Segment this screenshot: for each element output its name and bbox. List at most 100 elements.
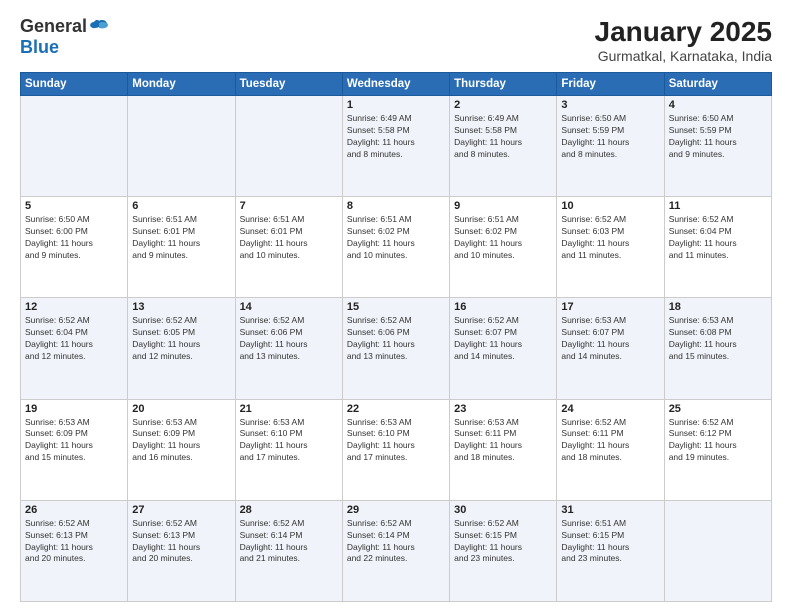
day-number: 2	[454, 99, 552, 111]
day-number: 26	[25, 504, 123, 516]
logo-general-text: General	[20, 16, 87, 37]
day-number: 9	[454, 200, 552, 212]
weekday-header-tuesday: Tuesday	[235, 73, 342, 96]
day-cell: 29 Sunrise: 6:52 AMSunset: 6:14 PMDayligh…	[342, 500, 449, 601]
page: General Blue January 2025 Gurmatkal, Kar…	[0, 0, 792, 612]
day-info: Sunrise: 6:53 AMSunset: 6:11 PMDaylight:…	[454, 417, 552, 465]
header: General Blue January 2025 Gurmatkal, Kar…	[20, 16, 772, 64]
day-info: Sunrise: 6:52 AMSunset: 6:04 PMDaylight:…	[669, 214, 767, 262]
weekday-header-wednesday: Wednesday	[342, 73, 449, 96]
day-info: Sunrise: 6:52 AMSunset: 6:07 PMDaylight:…	[454, 315, 552, 363]
day-cell: 30 Sunrise: 6:52 AMSunset: 6:15 PMDayligh…	[450, 500, 557, 601]
logo-bird-icon	[89, 19, 109, 35]
day-number: 30	[454, 504, 552, 516]
weekday-header-friday: Friday	[557, 73, 664, 96]
week-row-5: 26 Sunrise: 6:52 AMSunset: 6:13 PMDayligh…	[21, 500, 772, 601]
day-info: Sunrise: 6:50 AMSunset: 5:59 PMDaylight:…	[669, 113, 767, 161]
day-number: 11	[669, 200, 767, 212]
day-cell	[21, 96, 128, 197]
day-info: Sunrise: 6:51 AMSunset: 6:01 PMDaylight:…	[240, 214, 338, 262]
day-number: 24	[561, 403, 659, 415]
day-cell: 21 Sunrise: 6:53 AMSunset: 6:10 PMDayligh…	[235, 399, 342, 500]
day-number: 17	[561, 301, 659, 313]
day-info: Sunrise: 6:50 AMSunset: 5:59 PMDaylight:…	[561, 113, 659, 161]
day-number: 19	[25, 403, 123, 415]
day-cell: 27 Sunrise: 6:52 AMSunset: 6:13 PMDayligh…	[128, 500, 235, 601]
day-info: Sunrise: 6:52 AMSunset: 6:12 PMDaylight:…	[669, 417, 767, 465]
day-info: Sunrise: 6:53 AMSunset: 6:08 PMDaylight:…	[669, 315, 767, 363]
day-cell: 7 Sunrise: 6:51 AMSunset: 6:01 PMDaylight…	[235, 197, 342, 298]
day-cell: 12Sunrise: 6:52 AMSunset: 6:04 PMDayligh…	[21, 298, 128, 399]
day-cell: 6Sunrise: 6:51 AMSunset: 6:01 PMDaylight…	[128, 197, 235, 298]
logo-blue-text: Blue	[20, 37, 59, 57]
day-number: 12	[25, 301, 123, 313]
day-number: 3	[561, 99, 659, 111]
day-info: Sunrise: 6:52 AMSunset: 6:05 PMDaylight:…	[132, 315, 230, 363]
day-info: Sunrise: 6:50 AMSunset: 6:00 PMDaylight:…	[25, 214, 123, 262]
day-info: Sunrise: 6:52 AMSunset: 6:06 PMDaylight:…	[347, 315, 445, 363]
day-info: Sunrise: 6:52 AMSunset: 6:03 PMDaylight:…	[561, 214, 659, 262]
day-number: 28	[240, 504, 338, 516]
day-number: 14	[240, 301, 338, 313]
day-info: Sunrise: 6:49 AMSunset: 5:58 PMDaylight:…	[347, 113, 445, 161]
weekday-header-sunday: Sunday	[21, 73, 128, 96]
day-cell: 13Sunrise: 6:52 AMSunset: 6:05 PMDayligh…	[128, 298, 235, 399]
title-block: January 2025 Gurmatkal, Karnataka, India	[595, 16, 772, 64]
day-number: 20	[132, 403, 230, 415]
day-cell: 8Sunrise: 6:51 AMSunset: 6:02 PMDaylight…	[342, 197, 449, 298]
day-cell: 16 Sunrise: 6:52 AMSunset: 6:07 PMDayligh…	[450, 298, 557, 399]
calendar-table: SundayMondayTuesdayWednesdayThursdayFrid…	[20, 72, 772, 602]
day-number: 1	[347, 99, 445, 111]
day-cell	[235, 96, 342, 197]
day-info: Sunrise: 6:52 AMSunset: 6:13 PMDaylight:…	[25, 518, 123, 566]
day-cell: 15 Sunrise: 6:52 AMSunset: 6:06 PMDayligh…	[342, 298, 449, 399]
day-cell: 10 Sunrise: 6:52 AMSunset: 6:03 PMDayligh…	[557, 197, 664, 298]
day-number: 29	[347, 504, 445, 516]
day-number: 15	[347, 301, 445, 313]
weekday-header-thursday: Thursday	[450, 73, 557, 96]
day-cell: 19Sunrise: 6:53 AMSunset: 6:09 PMDayligh…	[21, 399, 128, 500]
day-number: 25	[669, 403, 767, 415]
day-info: Sunrise: 6:52 AMSunset: 6:15 PMDaylight:…	[454, 518, 552, 566]
day-info: Sunrise: 6:51 AMSunset: 6:01 PMDaylight:…	[132, 214, 230, 262]
day-number: 22	[347, 403, 445, 415]
day-cell: 20Sunrise: 6:53 AMSunset: 6:09 PMDayligh…	[128, 399, 235, 500]
logo: General Blue	[20, 16, 109, 58]
day-info: Sunrise: 6:52 AMSunset: 6:06 PMDaylight:…	[240, 315, 338, 363]
day-cell: 25 Sunrise: 6:52 AMSunset: 6:12 PMDayligh…	[664, 399, 771, 500]
weekday-header-saturday: Saturday	[664, 73, 771, 96]
day-cell	[664, 500, 771, 601]
day-info: Sunrise: 6:53 AMSunset: 6:10 PMDaylight:…	[347, 417, 445, 465]
day-cell: 14 Sunrise: 6:52 AMSunset: 6:06 PMDayligh…	[235, 298, 342, 399]
day-cell: 9Sunrise: 6:51 AMSunset: 6:02 PMDaylight…	[450, 197, 557, 298]
day-number: 18	[669, 301, 767, 313]
day-number: 5	[25, 200, 123, 212]
day-info: Sunrise: 6:52 AMSunset: 6:13 PMDaylight:…	[132, 518, 230, 566]
day-info: Sunrise: 6:52 AMSunset: 6:14 PMDaylight:…	[240, 518, 338, 566]
day-number: 23	[454, 403, 552, 415]
day-cell: 24Sunrise: 6:52 AMSunset: 6:11 PMDayligh…	[557, 399, 664, 500]
location: Gurmatkal, Karnataka, India	[595, 48, 772, 64]
day-cell: 18 Sunrise: 6:53 AMSunset: 6:08 PMDayligh…	[664, 298, 771, 399]
day-number: 4	[669, 99, 767, 111]
day-number: 21	[240, 403, 338, 415]
day-cell: 2Sunrise: 6:49 AMSunset: 5:58 PMDaylight…	[450, 96, 557, 197]
week-row-1: 1 Sunrise: 6:49 AMSunset: 5:58 PMDaylight…	[21, 96, 772, 197]
weekday-header-row: SundayMondayTuesdayWednesdayThursdayFrid…	[21, 73, 772, 96]
day-cell: 26 Sunrise: 6:52 AMSunset: 6:13 PMDayligh…	[21, 500, 128, 601]
day-number: 10	[561, 200, 659, 212]
day-info: Sunrise: 6:51 AMSunset: 6:02 PMDaylight:…	[347, 214, 445, 262]
day-number: 16	[454, 301, 552, 313]
day-number: 7	[240, 200, 338, 212]
week-row-3: 12Sunrise: 6:52 AMSunset: 6:04 PMDayligh…	[21, 298, 772, 399]
day-cell: 5 Sunrise: 6:50 AMSunset: 6:00 PMDaylight…	[21, 197, 128, 298]
day-cell	[128, 96, 235, 197]
day-cell: 22 Sunrise: 6:53 AMSunset: 6:10 PMDayligh…	[342, 399, 449, 500]
day-cell: 31Sunrise: 6:51 AMSunset: 6:15 PMDayligh…	[557, 500, 664, 601]
day-cell: 3 Sunrise: 6:50 AMSunset: 5:59 PMDaylight…	[557, 96, 664, 197]
day-info: Sunrise: 6:53 AMSunset: 6:10 PMDaylight:…	[240, 417, 338, 465]
day-number: 31	[561, 504, 659, 516]
day-number: 27	[132, 504, 230, 516]
day-cell: 11 Sunrise: 6:52 AMSunset: 6:04 PMDayligh…	[664, 197, 771, 298]
day-info: Sunrise: 6:52 AMSunset: 6:14 PMDaylight:…	[347, 518, 445, 566]
